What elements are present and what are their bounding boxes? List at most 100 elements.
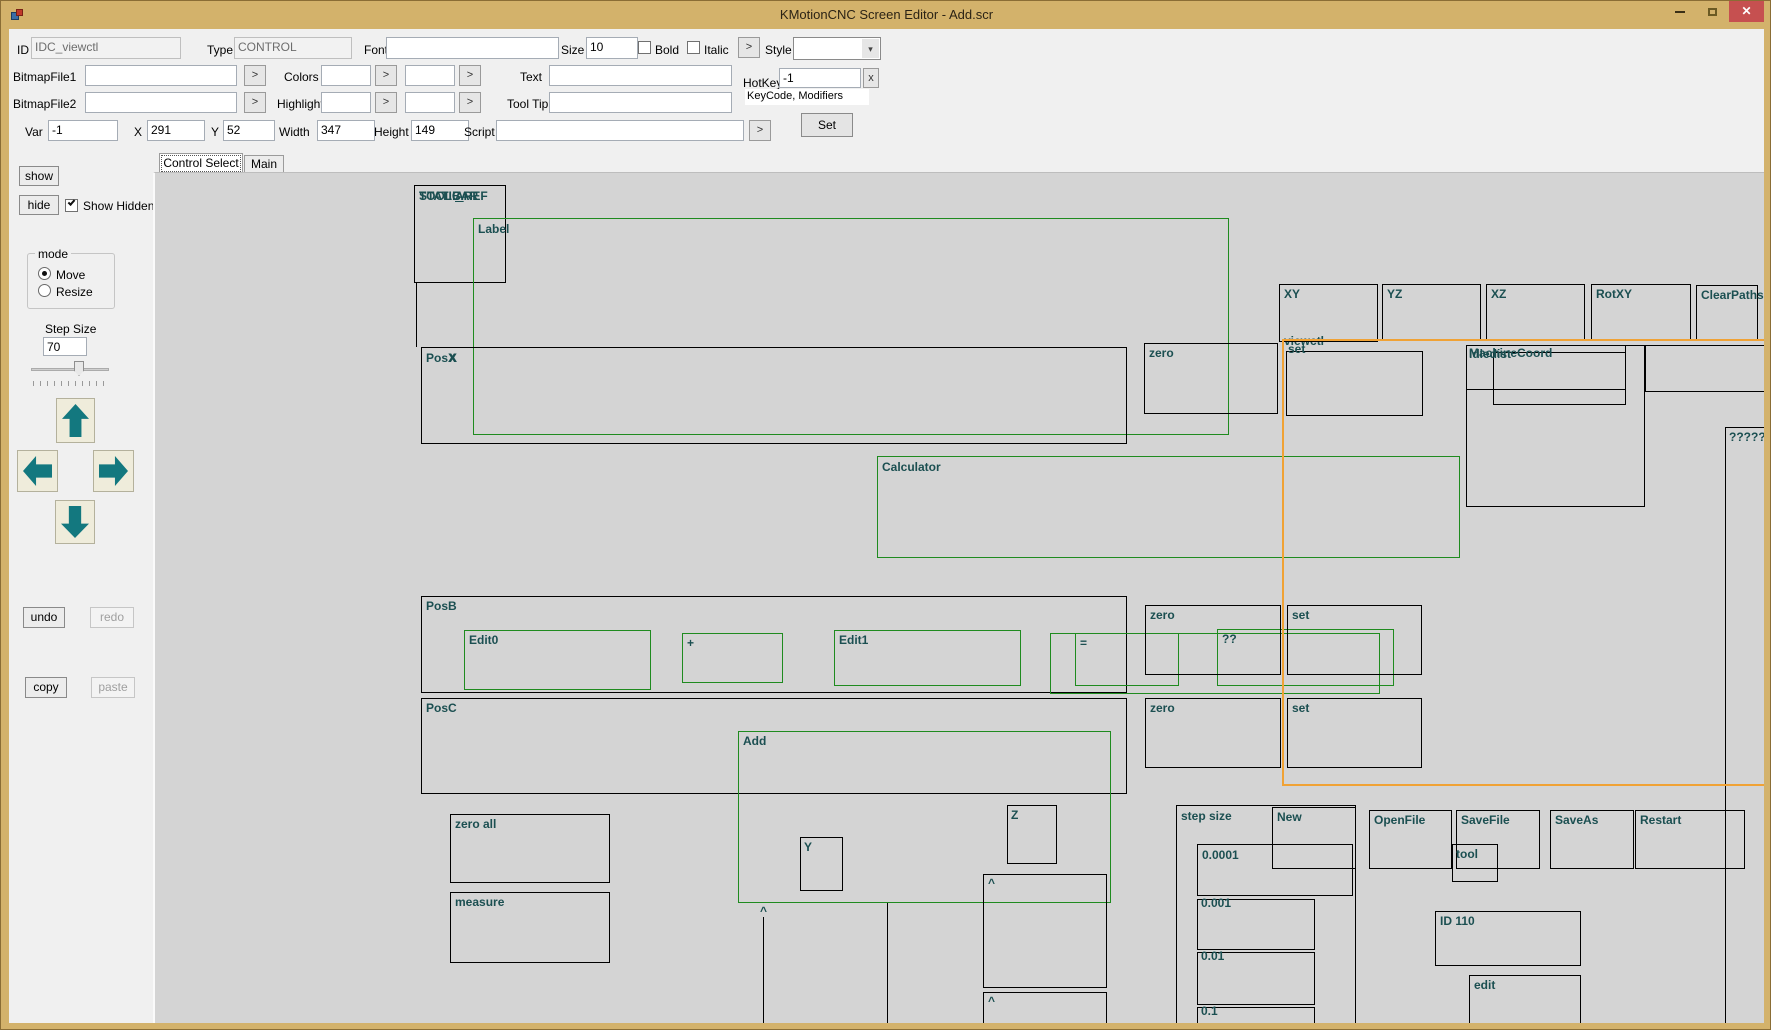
control-box-new[interactable]: New: [1272, 807, 1356, 869]
move-up-button[interactable]: [56, 398, 95, 443]
control-box-zero-3[interactable]: zero: [1145, 698, 1281, 768]
minimize-button[interactable]: [1665, 1, 1695, 22]
control-box-step-01[interactable]: 0.1: [1197, 1007, 1315, 1023]
control-box-yz[interactable]: YZ: [1382, 284, 1481, 341]
bitmapfile2-browse-button[interactable]: >: [244, 92, 266, 113]
control-box-zero-all[interactable]: zero all: [450, 814, 610, 883]
control-box-clearpaths[interactable]: ClearPaths: [1696, 285, 1758, 341]
height-field[interactable]: 149: [411, 120, 469, 141]
bold-checkbox[interactable]: [638, 41, 651, 54]
right-arrow-icon: [99, 456, 128, 486]
font-more-button[interactable]: >: [738, 37, 760, 58]
italic-checkbox[interactable]: [687, 41, 700, 54]
colors-field-2[interactable]: [405, 65, 455, 86]
show-button[interactable]: show: [19, 166, 59, 186]
hide-button[interactable]: hide: [19, 195, 59, 215]
bitmapfile2-field[interactable]: [85, 92, 237, 113]
move-left-button[interactable]: [17, 450, 58, 492]
control-box-edit[interactable]: edit: [1469, 975, 1581, 1023]
control-box-id110[interactable]: ID 110: [1435, 911, 1581, 966]
maximize-button[interactable]: [1697, 1, 1727, 22]
style-select[interactable]: ▾: [793, 37, 881, 60]
control-box-caret-2[interactable]: ^: [983, 992, 1107, 1023]
control-box-restart[interactable]: Restart: [1635, 810, 1745, 869]
script-browse-button[interactable]: >: [749, 120, 771, 141]
close-button[interactable]: ✕: [1729, 1, 1764, 22]
control-box-step-001[interactable]: 0.01: [1197, 952, 1315, 1005]
control-box-xz[interactable]: XZ: [1486, 284, 1585, 341]
control-box-y-axis[interactable]: Y: [800, 837, 843, 891]
width-field[interactable]: 347: [317, 120, 375, 141]
keycode-label: KeyCode, Modifiers: [745, 89, 869, 105]
control-box-step-0001[interactable]: 0.001: [1197, 899, 1315, 950]
move-right-button[interactable]: [93, 450, 134, 492]
size-field[interactable]: 10: [586, 37, 638, 59]
colors-pick-button-1[interactable]: >: [375, 65, 397, 86]
title-bar[interactable]: KMotionCNC Screen Editor - Add.scr ✕: [1, 1, 1771, 29]
control-box-set-1[interactable]: [1286, 351, 1423, 416]
control-box-edit1[interactable]: Edit1: [834, 630, 1021, 686]
highlight-field-1[interactable]: [321, 92, 371, 113]
move-radio[interactable]: [38, 267, 51, 280]
control-box-plus[interactable]: +: [682, 633, 783, 683]
yz-label: YZ: [1387, 288, 1402, 301]
step-size-slider-track[interactable]: [31, 368, 109, 371]
control-box-openfile[interactable]: OpenFile: [1369, 810, 1452, 869]
id-field[interactable]: IDC_viewctl: [31, 37, 181, 59]
undo-button[interactable]: undo: [23, 607, 65, 628]
bitmapfile1-browse-button[interactable]: >: [244, 65, 266, 86]
app-window: KMotionCNC Screen Editor - Add.scr ✕ ID …: [0, 0, 1771, 1030]
font-field[interactable]: [386, 37, 559, 59]
control-box-tool[interactable]: tool: [1452, 844, 1498, 882]
x-field[interactable]: 291: [147, 120, 205, 141]
type-field[interactable]: CONTROL: [234, 37, 352, 59]
highlight-pick-button-2[interactable]: >: [459, 92, 481, 113]
control-box-zero-1[interactable]: zero: [1144, 343, 1278, 414]
control-box-edit0[interactable]: Edit0: [464, 630, 651, 690]
show-hidden-checkbox[interactable]: [65, 199, 78, 212]
redo-button[interactable]: redo: [90, 607, 134, 628]
bitmapfile1-field[interactable]: [85, 65, 237, 86]
hotkey-clear-button[interactable]: x: [863, 68, 879, 88]
step-size-field[interactable]: 70: [43, 337, 87, 356]
paste-button[interactable]: paste: [91, 677, 135, 698]
mode-group-label: mode: [35, 247, 71, 261]
tab-control-select[interactable]: Control Select: [159, 153, 243, 172]
highlight-field-2[interactable]: [405, 92, 455, 113]
colors-pick-button-2[interactable]: >: [459, 65, 481, 86]
add-label: Add: [743, 735, 766, 748]
control-box-set-2[interactable]: set: [1287, 605, 1422, 675]
control-outline-segment: [416, 283, 417, 347]
control-box-zero-2[interactable]: zero: [1145, 605, 1281, 675]
highlight-pick-button-1[interactable]: >: [375, 92, 397, 113]
control-box-unknown[interactable]: ?????: [1725, 427, 1764, 1023]
design-canvas[interactable]: STATIC TOOLBAR AREF Label PosX X zero vi…: [153, 172, 1764, 1023]
check-icon: [68, 198, 76, 206]
control-box-saveas[interactable]: SaveAs: [1550, 810, 1634, 869]
step-size-slider-thumb[interactable]: [74, 361, 84, 376]
restart-label: Restart: [1640, 814, 1681, 827]
control-box-measure[interactable]: measure: [450, 892, 610, 963]
resize-radio[interactable]: [38, 284, 51, 297]
control-box-calculator[interactable]: Calculator: [877, 456, 1460, 558]
control-box-posx[interactable]: PosX X: [421, 347, 1127, 444]
control-box-set-3[interactable]: set: [1287, 698, 1422, 768]
copy-button[interactable]: copy: [25, 677, 67, 698]
slider-tick-marks: [33, 381, 109, 386]
colors-field-1[interactable]: [321, 65, 371, 86]
tab-main[interactable]: Main: [244, 155, 284, 172]
y-field[interactable]: 52: [223, 120, 275, 141]
set-button[interactable]: Set: [801, 113, 853, 137]
hotkey-field[interactable]: -1: [779, 68, 861, 88]
script-field[interactable]: [496, 120, 744, 141]
move-down-button[interactable]: [55, 500, 95, 544]
control-box-rotxy[interactable]: RotXY: [1591, 284, 1691, 341]
text-field[interactable]: [549, 65, 732, 86]
control-box-xy[interactable]: XY: [1279, 284, 1378, 342]
step-size-label: Step Size: [45, 322, 96, 336]
tooltip-field[interactable]: [549, 92, 732, 113]
control-box-z-axis[interactable]: Z: [1007, 805, 1057, 864]
control-box-machinecoord-right[interactable]: [1645, 345, 1764, 392]
var-field[interactable]: -1: [48, 120, 118, 141]
control-box-caret-1[interactable]: ^: [983, 874, 1107, 988]
